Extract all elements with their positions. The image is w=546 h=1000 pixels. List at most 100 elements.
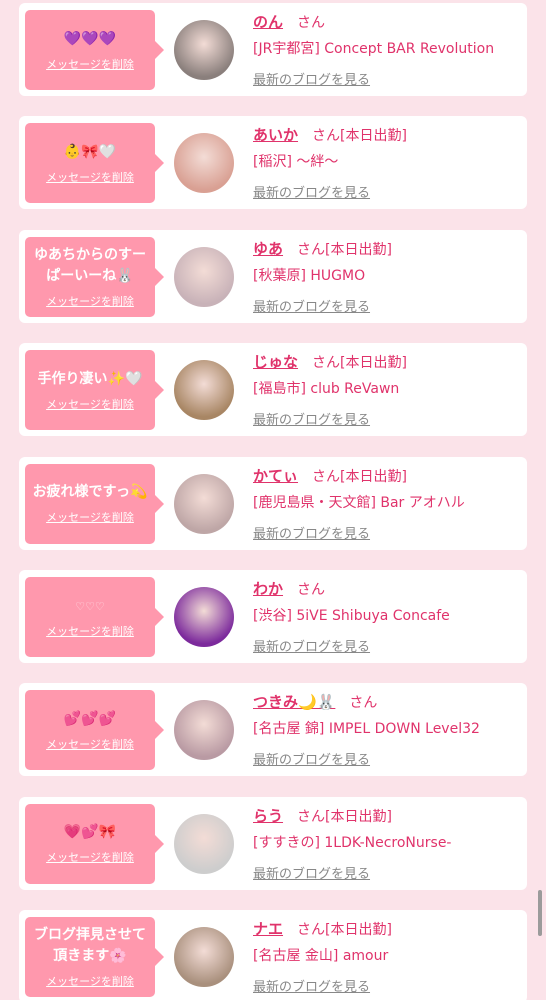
scrollbar[interactable] (538, 890, 542, 936)
latest-blog-link[interactable]: 最新のブログを見る (253, 749, 370, 768)
shop-name: [名古屋 錦] IMPEL DOWN Level32 (253, 721, 480, 738)
latest-blog-link[interactable]: 最新のブログを見る (253, 976, 370, 995)
message-bubble: お疲れ様ですっ💫 メッセージを削除 (25, 463, 164, 544)
delete-message-link[interactable]: メッセージを削除 (46, 509, 134, 525)
message-bubble: 手作り凄い✨🤍 メッセージを削除 (25, 350, 164, 431)
cast-name-link[interactable]: かてぃ (253, 465, 298, 486)
cast-card: 💗💕🎀 メッセージを削除 らう さん [本日出勤] [すすきの] 1LDK-Ne… (19, 796, 527, 890)
message-text: 👶🎀🤍 (63, 143, 117, 160)
honorific: さん (297, 582, 326, 598)
message-bubble: ♡♡♡ メッセージを削除 (25, 577, 164, 657)
message-bubble: 👶🎀🤍 メッセージを削除 (25, 123, 164, 204)
cast-info: ナエ さん [本日出勤] [名古屋 金山] amour 最新のブログを見る (253, 918, 521, 995)
message-text: 💜💜💜 (63, 30, 117, 47)
delete-message-link[interactable]: メッセージを削除 (46, 973, 134, 989)
status-badge: [本日出勤] (340, 128, 407, 145)
shop-name: [秋葉原] HUGMO (253, 267, 366, 284)
cast-name-link[interactable]: じゅな (253, 351, 298, 372)
cast-card: ♡♡♡ メッセージを削除 わか さん [渋谷] 5iVE Shibuya Con… (19, 570, 527, 663)
status-badge: [本日出勤] (340, 355, 407, 372)
message-bubble: 💜💜💜 メッセージを削除 (25, 10, 164, 90)
cast-card: ゆあちからのすーぱーいーね🐰 メッセージを削除 ゆあ さん [本日出勤] [秋葉… (19, 229, 527, 323)
cast-name-link[interactable]: ゆあ (253, 238, 283, 259)
name-row: ゆあ さん [本日出勤] (253, 238, 521, 259)
name-row: かてぃ さん [本日出勤] (253, 465, 521, 486)
status-badge: [本日出勤] (325, 241, 392, 258)
message-bubble: 💗💕🎀 メッセージを削除 (25, 803, 164, 884)
avatar[interactable] (174, 20, 234, 80)
honorific: さん (297, 241, 326, 258)
name-row: じゅな さん [本日出勤] (253, 351, 521, 372)
message-text: お疲れ様ですっ💫 (32, 484, 148, 501)
cast-info: のん さん [JR宇都宮] Concept BAR Revolution 最新の… (253, 11, 521, 88)
honorific: さん (312, 355, 341, 372)
avatar[interactable] (174, 927, 234, 988)
delete-message-link[interactable]: メッセージを削除 (46, 396, 134, 412)
message-bubble: ゆあちからのすーぱーいーね🐰 メッセージを削除 (25, 236, 164, 317)
latest-blog-link[interactable]: 最新のブログを見る (253, 69, 370, 88)
name-row: のん さん (253, 11, 521, 32)
shop-name: [名古屋 金山] amour (253, 948, 389, 965)
avatar[interactable] (174, 360, 234, 421)
name-row: つきみ🌙🐰 さん (253, 691, 521, 712)
honorific: さん (312, 468, 341, 485)
avatar[interactable] (174, 473, 234, 534)
message-text: 💗💕🎀 (63, 824, 117, 841)
avatar[interactable] (174, 246, 234, 307)
cast-info: つきみ🌙🐰 さん [名古屋 錦] IMPEL DOWN Level32 最新のブ… (253, 691, 521, 768)
status-badge: [本日出勤] (325, 808, 392, 825)
delete-message-link[interactable]: メッセージを削除 (46, 56, 134, 72)
latest-blog-link[interactable]: 最新のブログを見る (253, 636, 370, 655)
cast-info: じゅな さん [本日出勤] [福島市] club ReVawn 最新のブログを見… (253, 351, 521, 428)
latest-blog-link[interactable]: 最新のブログを見る (253, 409, 370, 428)
cast-name-link[interactable]: わか (253, 578, 283, 599)
cast-card: ブログ拝見させて頂きます🌸 メッセージを削除 ナエ さん [本日出勤] [名古屋… (19, 910, 527, 1000)
latest-blog-link[interactable]: 最新のブログを見る (253, 182, 370, 201)
avatar[interactable] (174, 700, 234, 761)
cast-card: 💕💕💕 メッセージを削除 つきみ🌙🐰 さん [名古屋 錦] IMPEL DOWN… (19, 683, 527, 777)
cast-card: 💜💜💜 メッセージを削除 のん さん [JR宇都宮] Concept BAR R… (19, 3, 527, 96)
name-row: わか さん (253, 578, 521, 599)
delete-message-link[interactable]: メッセージを削除 (46, 293, 134, 309)
shop-name: [すすきの] 1LDK-NecroNurse- (253, 834, 452, 851)
cast-name-link[interactable]: つきみ🌙🐰 (253, 691, 335, 712)
cast-info: あいか さん [本日出勤] [稲沢] 〜絆〜 最新のブログを見る (253, 124, 521, 201)
message-text: ゆあちからのすーぱーいーね🐰 (34, 246, 146, 284)
cast-card: お疲れ様ですっ💫 メッセージを削除 かてぃ さん [本日出勤] [鹿児島県・天文… (19, 456, 527, 550)
latest-blog-link[interactable]: 最新のブログを見る (253, 523, 370, 542)
name-row: ナエ さん [本日出勤] (253, 918, 521, 939)
honorific: さん (297, 808, 326, 825)
cast-name-link[interactable]: あいか (253, 124, 298, 145)
avatar[interactable] (174, 813, 234, 874)
shop-name: [渋谷] 5iVE Shibuya Concafe (253, 608, 450, 624)
latest-blog-link[interactable]: 最新のブログを見る (253, 863, 370, 882)
cast-info: わか さん [渋谷] 5iVE Shibuya Concafe 最新のブログを見… (253, 578, 521, 655)
favorite-cast-list: 💜💜💜 メッセージを削除 のん さん [JR宇都宮] Concept BAR R… (0, 0, 546, 1000)
delete-message-link[interactable]: メッセージを削除 (46, 623, 134, 639)
honorific: さん (297, 922, 326, 939)
delete-message-link[interactable]: メッセージを削除 (46, 169, 134, 185)
cast-card: 手作り凄い✨🤍 メッセージを削除 じゅな さん [本日出勤] [福島市] clu… (19, 343, 527, 437)
delete-message-link[interactable]: メッセージを削除 (46, 849, 134, 865)
cast-info: らう さん [本日出勤] [すすきの] 1LDK-NecroNurse- 最新の… (253, 805, 521, 882)
honorific: さん (349, 695, 378, 712)
message-bubble: 💕💕💕 メッセージを削除 (25, 690, 164, 771)
message-text: ブログ拝見させて頂きます🌸 (34, 927, 146, 965)
honorific: さん (312, 128, 341, 145)
cast-name-link[interactable]: のん (253, 11, 283, 32)
delete-message-link[interactable]: メッセージを削除 (46, 736, 134, 752)
shop-name: [鹿児島県・天文館] Bar アオハル (253, 494, 465, 511)
avatar[interactable] (174, 133, 234, 194)
cast-card: 👶🎀🤍 メッセージを削除 あいか さん [本日出勤] [稲沢] 〜絆〜 最新のブ… (19, 116, 527, 210)
latest-blog-link[interactable]: 最新のブログを見る (253, 296, 370, 315)
shop-name: [稲沢] 〜絆〜 (253, 154, 339, 171)
cast-info: ゆあ さん [本日出勤] [秋葉原] HUGMO 最新のブログを見る (253, 238, 521, 315)
cast-name-link[interactable]: ナエ (253, 918, 283, 939)
honorific: さん (297, 15, 326, 31)
avatar[interactable] (174, 587, 234, 647)
status-badge: [本日出勤] (325, 922, 392, 939)
shop-name: [福島市] club ReVawn (253, 381, 400, 398)
message-text: ♡♡♡ (75, 599, 105, 613)
cast-name-link[interactable]: らう (253, 805, 283, 826)
name-row: あいか さん [本日出勤] (253, 124, 521, 145)
